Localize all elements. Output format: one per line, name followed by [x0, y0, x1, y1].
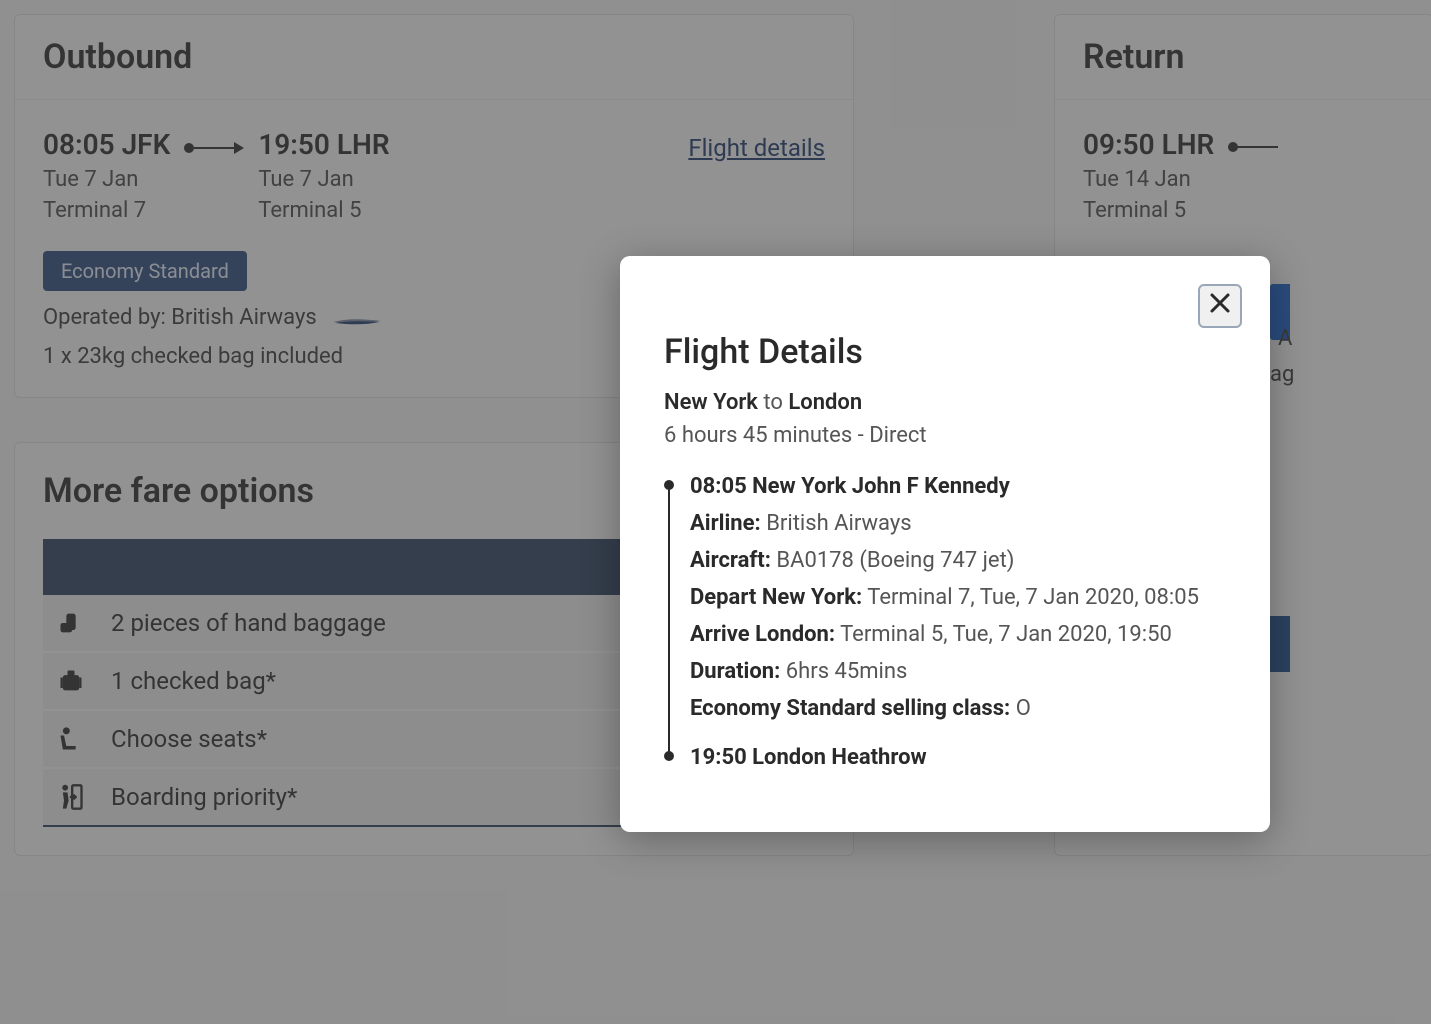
timeline-dot-icon: [664, 480, 674, 490]
depart-row: Depart New York: Terminal 7, Tue, 7 Jan …: [690, 585, 1226, 610]
modal-title: Flight Details: [664, 332, 1226, 372]
text-fragment: A: [1278, 326, 1292, 351]
flight-details-modal: Flight Details New York to London 6 hour…: [620, 256, 1270, 832]
departure-title: 08:05 New York John F Kennedy: [690, 474, 1226, 499]
modal-route: New York to London: [664, 390, 1226, 415]
timeline-departure: 08:05 New York John F Kennedy Airline: B…: [690, 474, 1226, 721]
timeline-arrival: 19:50 London Heathrow: [690, 745, 1226, 770]
arrive-row: Arrive London: Terminal 5, Tue, 7 Jan 20…: [690, 622, 1226, 647]
modal-duration-summary: 6 hours 45 minutes - Direct: [664, 423, 1226, 448]
airline-row: Airline: British Airways: [690, 511, 1226, 536]
arrival-title: 19:50 London Heathrow: [690, 745, 1226, 770]
aircraft-row: Aircraft: BA0178 (Boeing 747 jet): [690, 548, 1226, 573]
close-button[interactable]: [1198, 284, 1242, 328]
text-fragment: ag: [1270, 362, 1294, 387]
timeline-line-icon: [668, 484, 670, 760]
selling-class-row: Economy Standard selling class: O: [690, 696, 1226, 721]
flight-timeline: 08:05 New York John F Kennedy Airline: B…: [664, 474, 1226, 770]
duration-row: Duration: 6hrs 45mins: [690, 659, 1226, 684]
fare-header-fragment: [1270, 616, 1290, 672]
timeline-dot-icon: [664, 751, 674, 761]
close-icon: [1208, 291, 1232, 322]
